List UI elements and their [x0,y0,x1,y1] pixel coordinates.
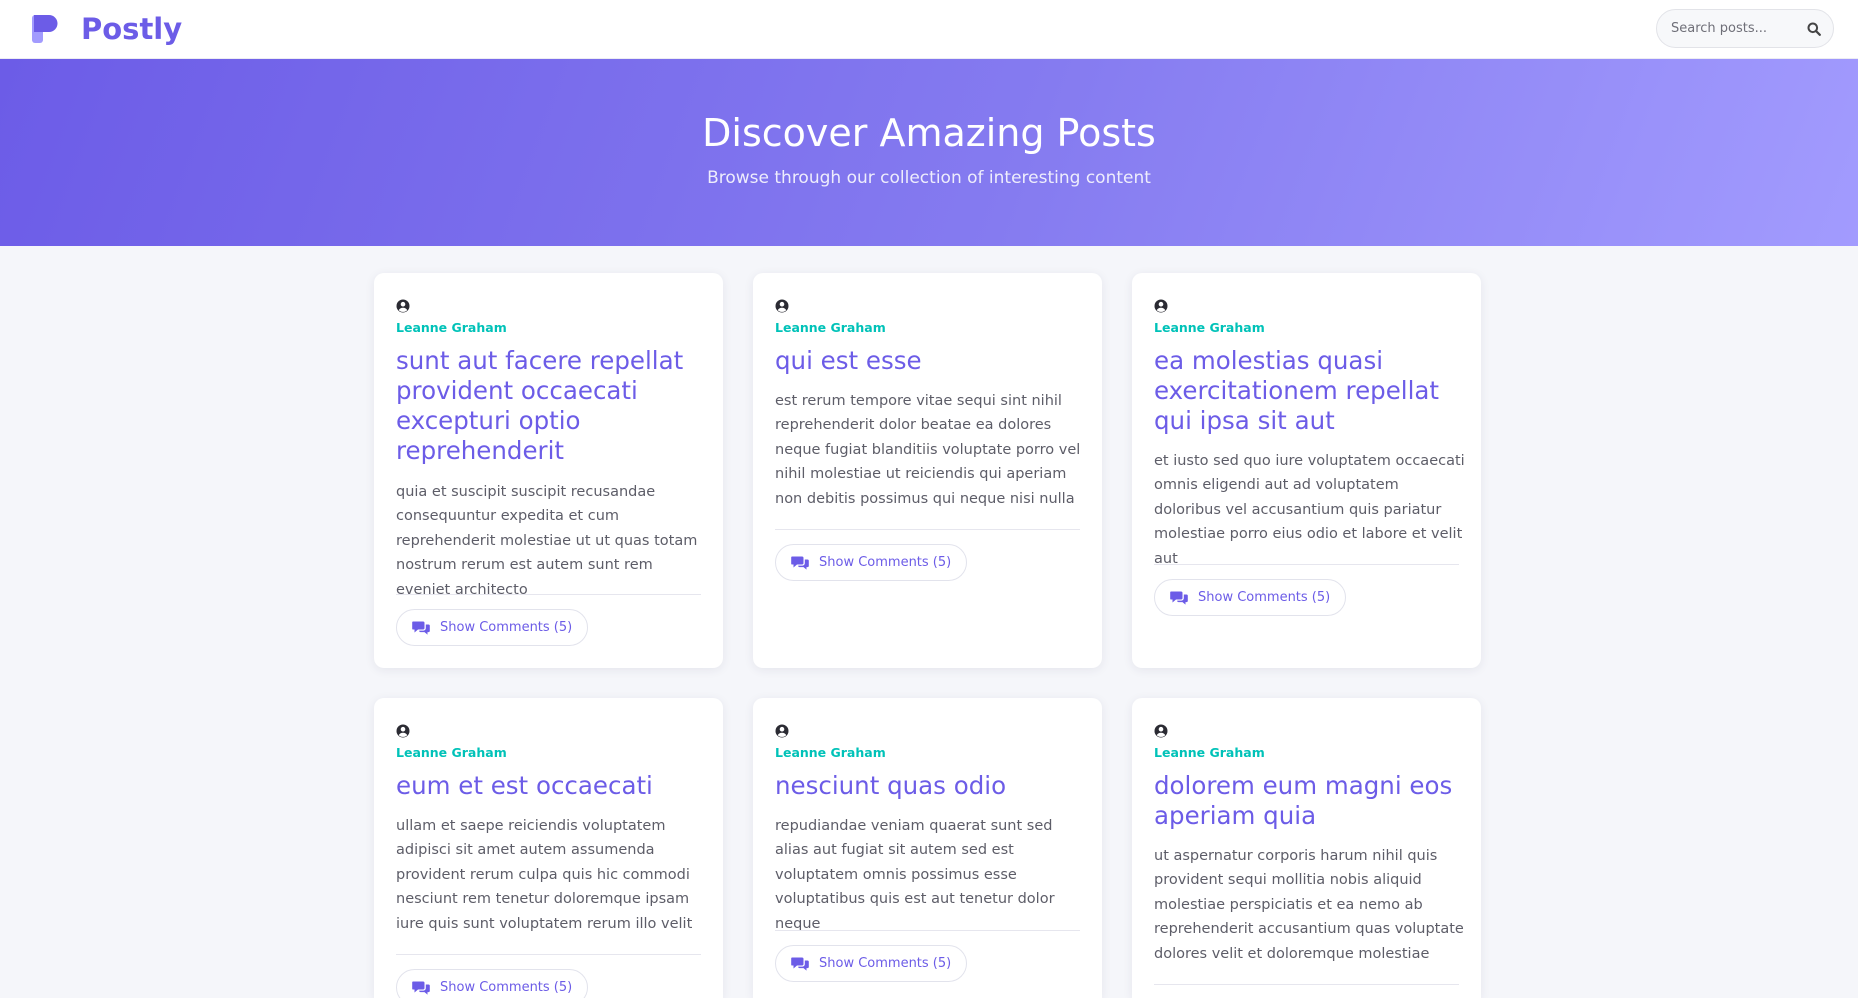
show-comments-label: Show Comments (5) [819,555,952,570]
post-body: ullam et saepe reiciendis voluptatem adi… [396,818,693,932]
show-comments-button[interactable]: Show Comments (5) [775,945,968,982]
hero-title: Discover Amazing Posts [702,111,1156,155]
post-card: Leanne Graham qui est esse est rerum tem… [753,273,1102,668]
post-card: Leanne Graham sunt aut facere repellat p… [374,273,723,668]
comments-icon [791,957,809,971]
user-circle-icon [775,299,789,313]
post-title[interactable]: ea molestias quasi exercitationem repell… [1154,346,1463,436]
post-title[interactable]: nesciunt quas odio [775,771,1084,801]
show-comments-label: Show Comments (5) [440,620,573,635]
card-divider [396,594,701,595]
card-divider [1154,984,1459,985]
post-body: repudiandae veniam quaerat sunt sed alia… [775,818,1055,932]
post-title[interactable]: eum et est occaecati [396,771,705,801]
brand-link[interactable]: Postly [31,10,182,48]
user-circle-icon [396,299,410,313]
post-title[interactable]: dolorem eum magni eos aperiam quia [1154,771,1463,831]
card-divider [775,930,1080,931]
post-card: Leanne Graham eum et est occaecati ullam… [374,698,723,998]
post-author[interactable]: Leanne Graham [396,320,507,335]
post-body: et iusto sed quo iure voluptatem occaeca… [1154,453,1465,567]
user-circle-icon [775,724,789,738]
show-comments-button[interactable]: Show Comments (5) [396,609,589,646]
comments-icon [1170,591,1188,605]
hero-banner: Discover Amazing Posts Browse through ou… [0,59,1858,246]
post-author[interactable]: Leanne Graham [1154,320,1265,335]
postly-logo-icon [32,15,58,43]
show-comments-label: Show Comments (5) [1198,590,1331,605]
navbar: Postly [0,0,1858,59]
card-divider [1154,564,1459,565]
card-divider [775,529,1080,530]
comments-icon [412,981,430,995]
user-circle-icon [1154,724,1168,738]
search-button[interactable] [1801,16,1827,42]
hero-subtitle: Browse through our collection of interes… [707,168,1151,188]
user-circle-icon [1154,299,1168,313]
post-title[interactable]: qui est esse [775,346,1084,376]
brand-name: Postly [81,12,183,46]
post-card: Leanne Graham nesciunt quas odio repudia… [753,698,1102,998]
comments-icon [791,556,809,570]
search-icon [1807,22,1821,36]
card-divider [396,954,701,955]
show-comments-label: Show Comments (5) [819,956,952,971]
post-card: Leanne Graham ea molestias quasi exercit… [1132,273,1481,668]
post-author[interactable]: Leanne Graham [775,745,886,760]
show-comments-button[interactable]: Show Comments (5) [1154,579,1347,616]
search-box [1656,9,1834,48]
post-body: est rerum tempore vitae sequi sint nihil… [775,393,1081,507]
show-comments-button[interactable]: Show Comments (5) [775,544,968,581]
post-body: ut aspernatur corporis harum nihil quis … [1154,848,1464,962]
post-card: Leanne Graham dolorem eum magni eos aper… [1132,698,1481,998]
search-input[interactable] [1671,10,1805,47]
post-body: quia et suscipit suscipit recusandae con… [396,484,698,598]
post-author[interactable]: Leanne Graham [1154,745,1265,760]
show-comments-button[interactable]: Show Comments (5) [396,969,589,998]
comments-icon [412,621,430,635]
post-author[interactable]: Leanne Graham [396,745,507,760]
show-comments-label: Show Comments (5) [440,980,573,995]
post-title[interactable]: sunt aut facere repellat provident occae… [396,346,705,466]
user-circle-icon [396,724,410,738]
post-author[interactable]: Leanne Graham [775,320,886,335]
